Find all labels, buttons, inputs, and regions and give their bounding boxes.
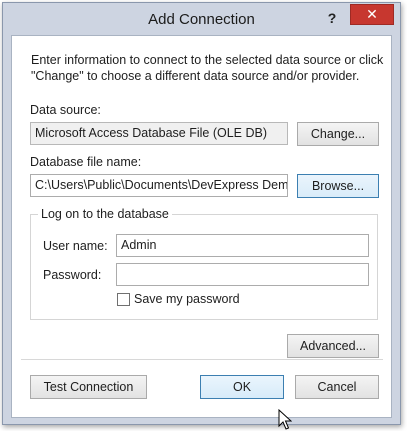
- close-button[interactable]: ✕: [350, 4, 394, 25]
- intro-line-1: Enter information to connect to the sele…: [31, 53, 384, 67]
- dialog-client-area: Enter information to connect to the sele…: [11, 35, 392, 430]
- add-connection-dialog: Add Connection ? ✕ Enter information to …: [2, 2, 401, 430]
- data-source-label: Data source:: [30, 103, 101, 117]
- test-connection-button[interactable]: Test Connection: [30, 375, 147, 399]
- save-password-label: Save my password: [134, 292, 240, 306]
- ok-button[interactable]: OK: [200, 375, 284, 399]
- cancel-button[interactable]: Cancel: [295, 375, 379, 399]
- data-source-field: Microsoft Access Database File (OLE DB): [30, 122, 288, 145]
- username-input[interactable]: Admin: [116, 234, 369, 257]
- help-button[interactable]: ?: [321, 8, 343, 28]
- mouse-pointer-icon: [278, 409, 292, 430]
- browse-button[interactable]: Browse...: [297, 174, 379, 198]
- save-password-checkbox[interactable]: [117, 293, 130, 306]
- advanced-button[interactable]: Advanced...: [287, 334, 379, 358]
- database-file-label: Database file name:: [30, 155, 142, 169]
- intro-text: Enter information to connect to the sele…: [31, 52, 383, 84]
- password-label: Password:: [43, 268, 102, 282]
- button-separator: [21, 359, 383, 360]
- intro-line-2: "Change" to choose a different data sour…: [31, 69, 360, 83]
- database-file-input[interactable]: C:\Users\Public\Documents\DevExpress Dem…: [30, 174, 288, 197]
- title-bar[interactable]: Add Connection ? ✕: [3, 3, 400, 36]
- logon-group-title: Log on to the database: [38, 207, 172, 221]
- username-label: User name:: [43, 239, 108, 253]
- change-button[interactable]: Change...: [297, 122, 379, 146]
- close-icon: ✕: [366, 6, 378, 22]
- password-input[interactable]: [116, 263, 369, 286]
